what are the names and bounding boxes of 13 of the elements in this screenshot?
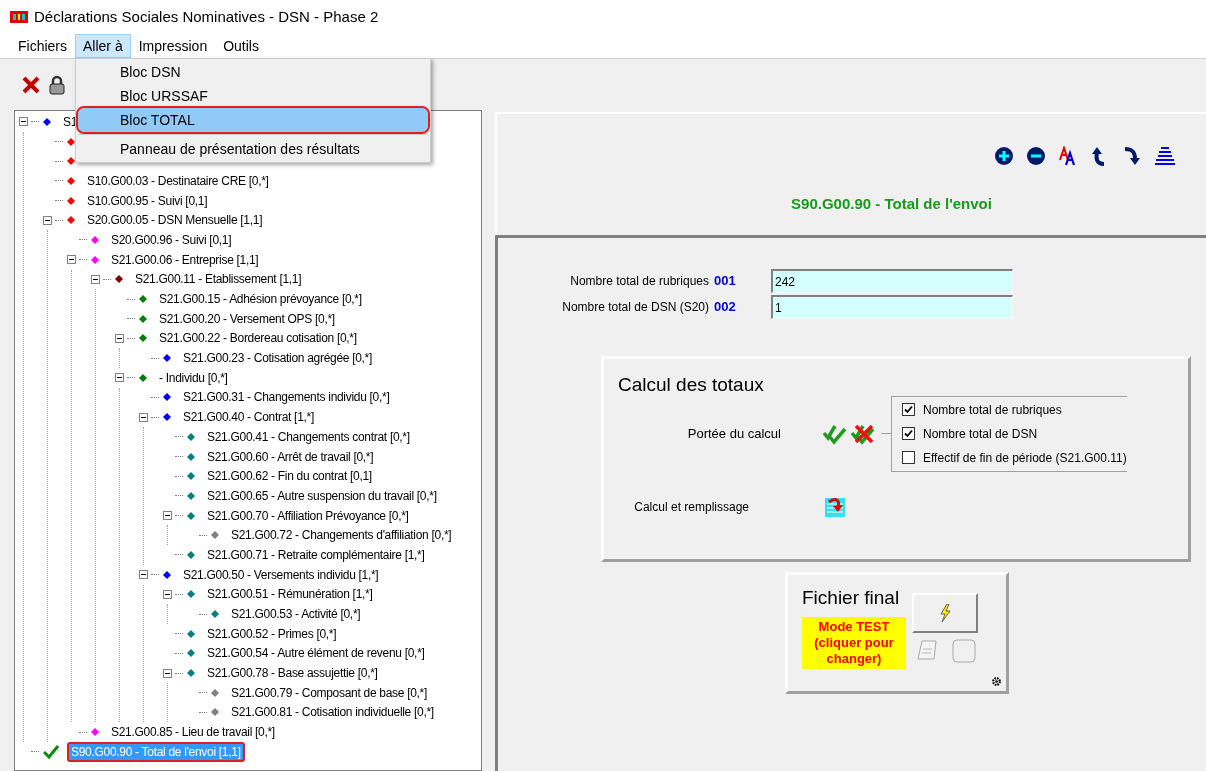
- field-code: 002: [713, 298, 737, 317]
- scope-label: Portée du calcul: [686, 424, 781, 443]
- field-code: 001: [713, 272, 737, 291]
- panel-title: Calcul des totaux: [617, 373, 765, 397]
- checkbox-label: Nombre total de rubriques: [923, 401, 1062, 419]
- window-title: Déclarations Sociales Nominatives - DSN - Phase 2: [34, 6, 379, 27]
- field-label: Nombre total de rubriques: [569, 273, 709, 290]
- fill-label: Calcul et remplissage: [633, 498, 749, 516]
- checkbox-label: Nombre total de DSN: [923, 425, 1038, 443]
- field-label: Nombre total de DSN (S20): [561, 299, 709, 316]
- panel-title: Fichier final: [802, 587, 901, 609]
- section-title: S90.G00.90 - Total de l'envoi: [790, 194, 992, 214]
- checkbox-label: Effectif de fin de période (S21.G00.11): [923, 449, 1127, 467]
